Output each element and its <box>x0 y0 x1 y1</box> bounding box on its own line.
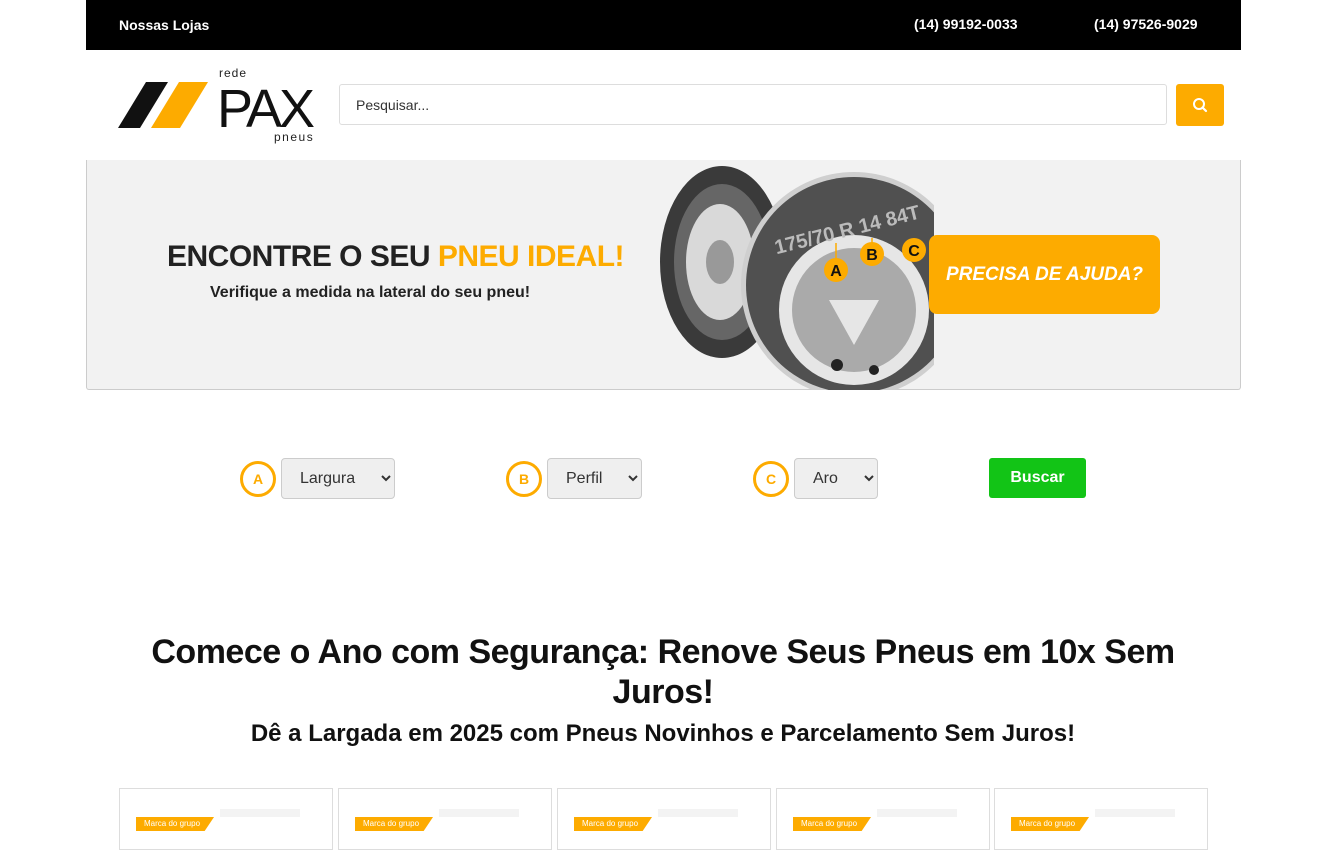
card-placeholder <box>439 809 519 817</box>
product-card[interactable]: Marca do grupo <box>994 788 1208 850</box>
phone-link-2[interactable]: (14) 97526-9029 <box>1094 16 1198 32</box>
tire-letter-c: C <box>908 243 920 260</box>
card-placeholder <box>658 809 738 817</box>
card-placeholder <box>1095 809 1175 817</box>
logo-top-text: rede <box>219 66 247 80</box>
logo[interactable]: rede PAX pneus <box>118 62 328 146</box>
headline-highlight: PNEU IDEAL! <box>437 240 625 273</box>
card-tag: Marca do grupo <box>574 817 653 831</box>
badge-a: A <box>240 461 276 497</box>
search-icon <box>1193 98 1208 113</box>
promo-title: Comece o Ano com Segurança: Renove Seus … <box>151 633 1175 711</box>
search-button[interactable] <box>1176 84 1224 126</box>
stores-link[interactable]: Nossas Lojas <box>119 17 209 33</box>
search-input[interactable] <box>339 84 1167 125</box>
product-card[interactable]: Marca do grupo <box>119 788 333 850</box>
badge-c: C <box>753 461 789 497</box>
banner-subtitle: Verifique a medida na lateral do seu pne… <box>210 284 531 301</box>
card-tag: Marca do grupo <box>355 817 434 831</box>
help-button[interactable]: PRECISA DE AJUDA? <box>929 235 1160 314</box>
product-card[interactable]: Marca do grupo <box>557 788 771 850</box>
top-bar: Nossas Lojas (14) 99192-0033 (14) 97526-… <box>86 0 1241 50</box>
card-tag: Marca do grupo <box>136 817 215 831</box>
logo-bottom-text: pneus <box>274 130 314 144</box>
tire-illustration: 175/70 R 14 84T A B C <box>660 166 934 390</box>
badge-b: B <box>506 461 542 497</box>
card-tag: Marca do grupo <box>1011 817 1090 831</box>
phone-link-1[interactable]: (14) 99192-0033 <box>914 16 1018 32</box>
headline-part1: ENCONTRE O SEU <box>167 240 438 273</box>
product-card[interactable]: Marca do grupo <box>338 788 552 850</box>
promo-subtitle: Dê a Largada em 2025 com Pneus Novinhos … <box>250 720 1076 747</box>
product-card[interactable]: Marca do grupo <box>776 788 990 850</box>
card-placeholder <box>877 809 957 817</box>
profile-select[interactable]: Perfil <box>547 458 642 499</box>
tire-letter-a: A <box>830 263 842 280</box>
card-placeholder <box>220 809 300 817</box>
tire-finder-banner: ENCONTRE O SEU PNEU IDEAL! Verifique a m… <box>86 160 1241 390</box>
banner-headline: ENCONTRE O SEU PNEU IDEAL! <box>167 240 625 274</box>
rim-select[interactable]: Aro <box>794 458 878 499</box>
buscar-button[interactable]: Buscar <box>989 458 1086 498</box>
tire-letter-b: B <box>866 247 878 264</box>
card-tag: Marca do grupo <box>793 817 872 831</box>
width-select[interactable]: Largura <box>281 458 395 499</box>
